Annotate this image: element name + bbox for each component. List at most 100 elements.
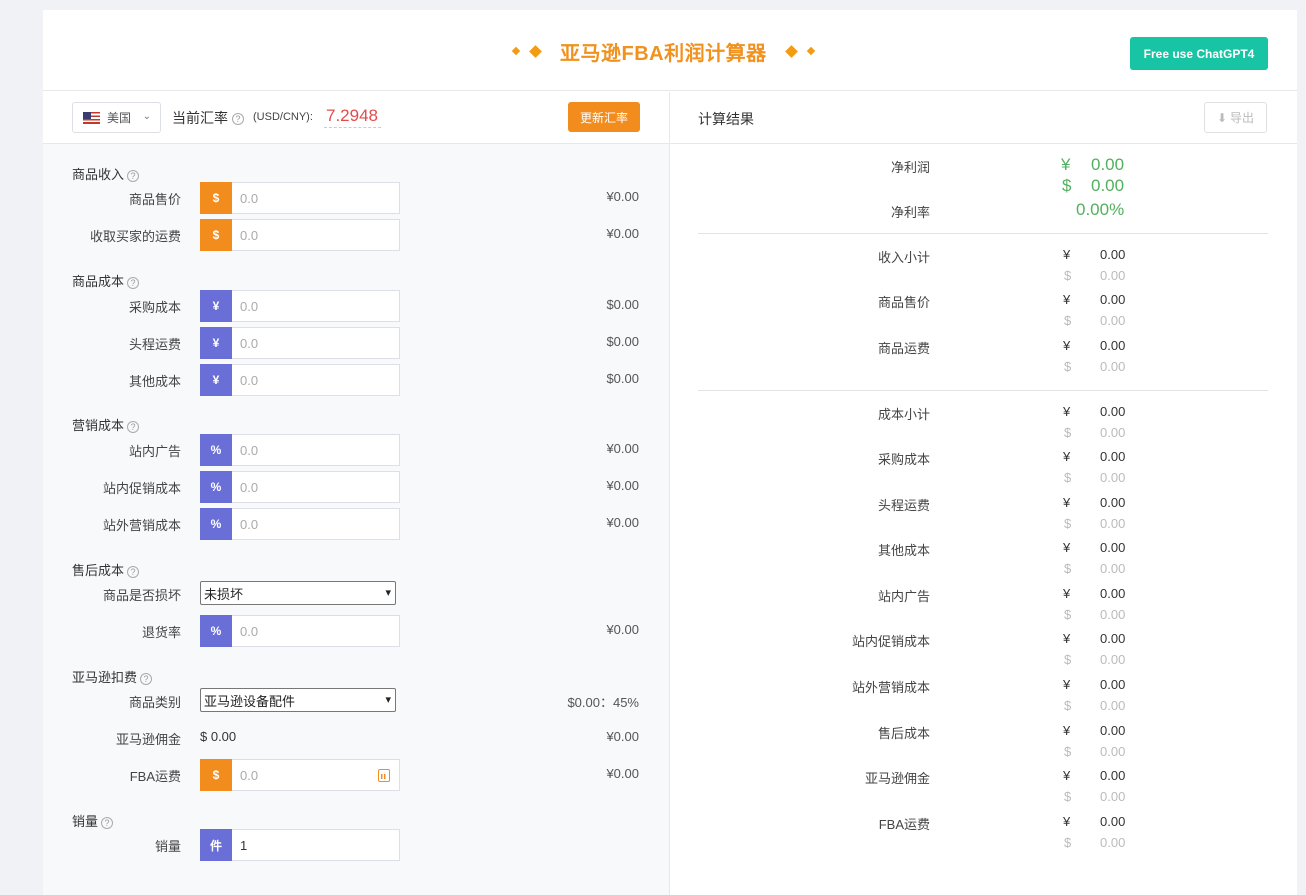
- dollar-addon: $: [200, 182, 232, 214]
- result-line-cny: 0.00: [1100, 495, 1126, 510]
- usd-symbol: $: [1064, 313, 1072, 328]
- damaged-label: 商品是否损坏: [102, 588, 181, 603]
- price-input[interactable]: 0.0: [232, 182, 400, 214]
- purchase-input-group: ¥ 0.0: [200, 290, 400, 322]
- return-rate-input[interactable]: 0.0: [232, 615, 400, 647]
- help-icon[interactable]: ?: [127, 420, 140, 433]
- update-rate-button[interactable]: 更新汇率: [568, 102, 640, 132]
- chatgpt-button[interactable]: Free use ChatGPT4: [1130, 37, 1268, 70]
- result-line-label: 站内促销成本: [851, 634, 930, 649]
- rate-label: 当前汇率: [172, 110, 228, 126]
- cny-symbol: ¥: [1063, 723, 1071, 738]
- usd-symbol: $: [1064, 744, 1072, 759]
- buyer-shipping-input[interactable]: 0.0: [232, 219, 400, 251]
- purchase-input[interactable]: 0.0: [232, 290, 400, 322]
- usd-symbol: $: [1064, 698, 1072, 713]
- net-profit-usd: 0.00: [1091, 176, 1125, 195]
- commission-label: 亚马逊佣金: [115, 732, 181, 747]
- result-line-label: 商品售价: [877, 295, 930, 310]
- purchase-converted: $0.00: [606, 297, 639, 312]
- usd-symbol: $: [1064, 470, 1072, 485]
- rate-label-wrap: 当前汇率 ?: [172, 108, 244, 128]
- buyer-shipping-converted: ¥0.00: [606, 226, 639, 241]
- section-aftersale: 售后成本?: [72, 560, 140, 579]
- result-line-usd: 0.00: [1100, 470, 1126, 485]
- country-select[interactable]: 美国 ⌄: [72, 102, 161, 133]
- result-line-cny: 0.00: [1100, 247, 1126, 262]
- other-cost-input[interactable]: 0.0: [232, 364, 400, 396]
- percent-addon: %: [200, 615, 232, 647]
- help-icon[interactable]: ?: [127, 565, 140, 578]
- section-sales: 销量?: [72, 811, 114, 830]
- cny-symbol: ¥: [1063, 814, 1071, 829]
- cny-symbol: ¥: [1063, 247, 1071, 262]
- usd-symbol: $: [1064, 359, 1072, 374]
- percent-addon: %: [200, 508, 232, 540]
- usd-symbol: $: [1064, 607, 1072, 622]
- result-line-label: 站外营销成本: [851, 680, 930, 695]
- return-rate-converted: ¥0.00: [606, 622, 639, 637]
- section-aftersale-title: 售后成本: [72, 563, 125, 578]
- result-line-usd: 0.00: [1100, 425, 1126, 440]
- result-line-label: 头程运费: [877, 498, 930, 513]
- result-line-cny: 0.00: [1100, 723, 1126, 738]
- usd-symbol: $: [1064, 789, 1072, 804]
- onsite-ads-input[interactable]: 0.0: [232, 434, 400, 466]
- result-line-label: 成本小计: [877, 407, 930, 422]
- result-line-usd: 0.00: [1100, 607, 1126, 622]
- unit-addon: 件: [200, 829, 232, 861]
- cny-symbol: ¥: [1061, 155, 1071, 174]
- damaged-select[interactable]: 未损坏 ▾: [200, 581, 396, 605]
- quantity-input[interactable]: 1: [232, 829, 400, 861]
- cny-symbol: ¥: [1063, 768, 1071, 783]
- rate-unit: (USD/CNY):: [253, 111, 313, 123]
- help-icon[interactable]: ?: [140, 672, 153, 685]
- cny-symbol: ¥: [1063, 404, 1071, 419]
- result-line-usd: 0.00: [1100, 516, 1126, 531]
- section-marketing: 营销成本?: [72, 415, 140, 434]
- diamond-icon: [529, 44, 542, 58]
- fba-fee-input-group: $ 0.0: [200, 759, 400, 791]
- other-cost-input-group: ¥ 0.0: [200, 364, 400, 396]
- result-line-label: 其他成本: [877, 543, 930, 558]
- offsite-marketing-input[interactable]: 0.0: [232, 508, 400, 540]
- result-line-cny: 0.00: [1100, 449, 1126, 464]
- calculator-icon[interactable]: [378, 769, 390, 782]
- result-line-label: 商品运费: [877, 341, 930, 356]
- fba-fee-placeholder: 0.0: [240, 767, 259, 783]
- us-flag-icon: [83, 111, 100, 124]
- offsite-marketing-input-group: % 0.0: [200, 508, 400, 540]
- section-amazon-fee-title: 亚马逊扣费: [72, 670, 138, 685]
- help-icon[interactable]: ?: [127, 276, 140, 289]
- help-icon[interactable]: ?: [231, 113, 244, 126]
- fba-fee-label: FBA运费: [129, 769, 181, 784]
- result-panel: 计算结果 ⬇ 导出 净利润 ¥ 0.00 $ 0.00 净利率 0.00% 收入…: [670, 92, 1297, 895]
- help-icon[interactable]: ?: [101, 816, 114, 829]
- first-leg-converted: $0.00: [606, 334, 639, 349]
- category-select[interactable]: 亚马逊设备配件 ▾: [200, 688, 396, 712]
- onsite-promo-input[interactable]: 0.0: [232, 471, 400, 503]
- result-line-usd: 0.00: [1100, 698, 1126, 713]
- help-icon[interactable]: ?: [127, 169, 140, 182]
- result-line-cny: 0.00: [1100, 404, 1126, 419]
- exchange-rate-value[interactable]: 7.2948: [324, 106, 381, 128]
- country-label: 美国: [107, 111, 132, 125]
- usd-symbol: $: [1064, 268, 1072, 283]
- result-line-usd: 0.00: [1100, 789, 1126, 804]
- section-cost: 商品成本?: [72, 271, 140, 290]
- title-wrap: 亚马逊FBA利润计算器: [511, 36, 815, 66]
- usd-symbol: $: [1064, 561, 1072, 576]
- usd-symbol: $: [1064, 835, 1072, 850]
- divider: [698, 233, 1268, 234]
- fba-fee-converted: ¥0.00: [606, 766, 639, 781]
- net-profit-cny: 0.00: [1091, 155, 1125, 174]
- price-converted: ¥0.00: [606, 189, 639, 204]
- fba-fee-input[interactable]: 0.0: [232, 759, 400, 791]
- first-leg-input[interactable]: 0.0: [232, 327, 400, 359]
- yuan-addon: ¥: [200, 290, 232, 322]
- cny-symbol: ¥: [1063, 586, 1071, 601]
- usd-symbol: $: [1062, 176, 1072, 195]
- purchase-label: 采购成本: [128, 300, 181, 315]
- export-label: 导出: [1230, 111, 1255, 125]
- export-button[interactable]: ⬇ 导出: [1204, 102, 1267, 133]
